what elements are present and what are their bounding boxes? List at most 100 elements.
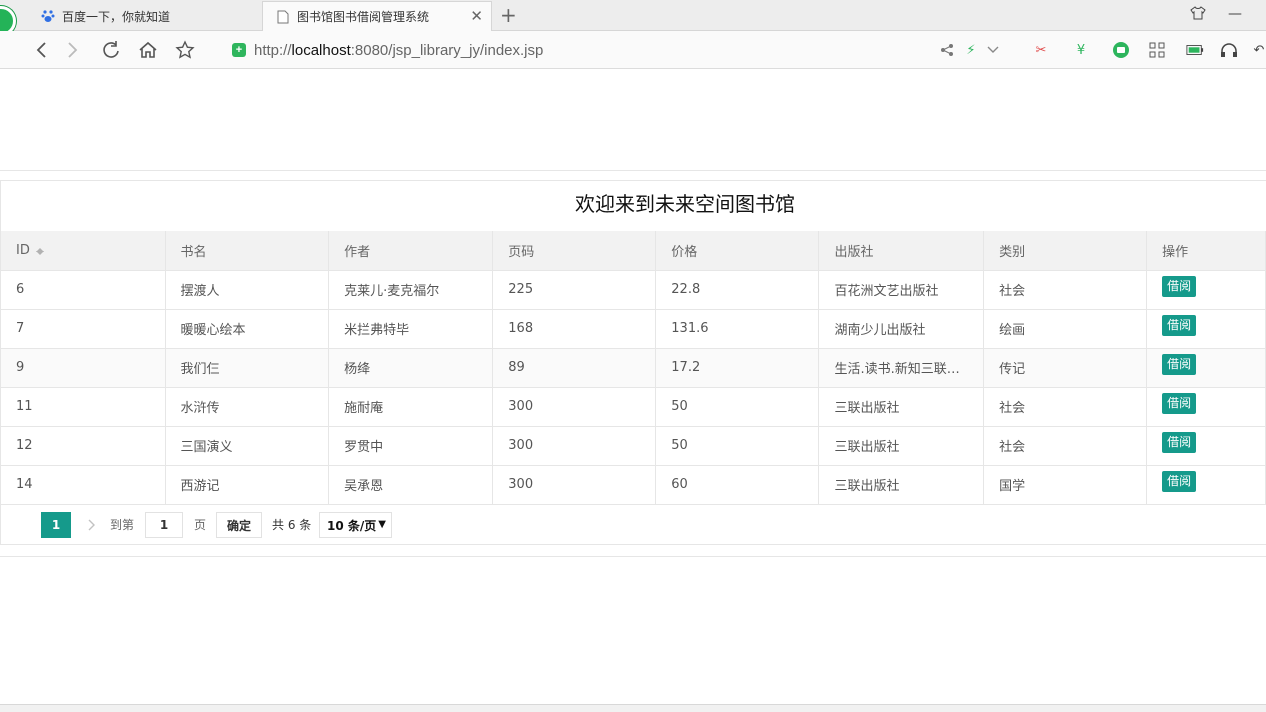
table-row: 11 水浒传 施耐庵 300 50 三联出版社 社会 借阅 — [1, 387, 1266, 427]
column-header-name: 书名 — [165, 231, 330, 271]
page-icon — [275, 9, 291, 25]
forward-icon[interactable] — [62, 39, 84, 61]
tab-library[interactable]: 图书馆图书借阅管理系统 ✕ — [262, 1, 492, 31]
share-icon[interactable] — [938, 41, 956, 59]
cell-category: 社会 — [983, 387, 1148, 427]
back-icon[interactable] — [30, 39, 52, 61]
cell-pages: 300 — [492, 387, 657, 427]
borrow-button[interactable]: 借阅 — [1162, 276, 1197, 297]
borrow-button[interactable]: 借阅 — [1162, 354, 1197, 375]
cell-pages: 168 — [492, 309, 657, 349]
cell-author: 克莱儿·麦克福尔 — [328, 270, 494, 310]
pager-confirm-button[interactable]: 确定 — [216, 512, 262, 538]
divider — [0, 556, 1266, 557]
cell-price: 50 — [655, 387, 820, 427]
browser-status-bar — [0, 704, 1266, 712]
cell-publisher: 三联出版社 — [818, 465, 985, 505]
cell-id: 12 — [1, 426, 166, 466]
cell-id: 6 — [1, 270, 166, 310]
column-header-action: 操作 — [1146, 231, 1266, 271]
table-row: 7 暖暖心绘本 米拦弗特毕 168 131.6 湖南少儿出版社 绘画 借阅 — [1, 309, 1266, 349]
cell-name: 我们仨 — [165, 348, 330, 388]
cell-category: 传记 — [983, 348, 1148, 388]
headphones-icon[interactable] — [1220, 41, 1238, 59]
column-header-id[interactable]: ID — [1, 231, 166, 271]
secure-shield-icon: + — [232, 43, 246, 57]
undo-icon[interactable]: ↶ — [1250, 41, 1266, 59]
cell-action: 借阅 — [1146, 348, 1266, 388]
cell-publisher: 湖南少儿出版社 — [818, 309, 985, 349]
borrow-button[interactable]: 借阅 — [1162, 471, 1197, 492]
cell-action: 借阅 — [1146, 426, 1266, 466]
cell-name: 西游记 — [165, 465, 330, 505]
cell-author: 吴承恩 — [328, 465, 494, 505]
scissors-icon[interactable]: ✂ — [1032, 41, 1050, 59]
cell-id: 9 — [1, 348, 166, 388]
pager-current-page[interactable]: 1 — [41, 512, 71, 538]
chat-icon[interactable] — [1112, 41, 1130, 59]
cell-author: 杨绛 — [328, 348, 494, 388]
cell-publisher: 百花洲文艺出版社 — [818, 270, 985, 310]
reload-icon[interactable] — [100, 39, 122, 61]
cell-pages: 225 — [492, 270, 657, 310]
lightning-icon[interactable]: ⚡ — [962, 41, 980, 59]
cell-name: 三国演义 — [165, 426, 330, 466]
cell-author: 施耐庵 — [328, 387, 494, 427]
borrow-button[interactable]: 借阅 — [1162, 315, 1197, 336]
table-row: 14 西游记 吴承恩 300 60 三联出版社 国学 借阅 — [1, 465, 1266, 505]
apps-grid-icon[interactable] — [1148, 41, 1166, 59]
cell-publisher: 三联出版社 — [818, 387, 985, 427]
tab-label: 百度一下，你就知道 — [62, 9, 171, 24]
cell-price: 60 — [655, 465, 820, 505]
pager-size-value: 10 条/页 — [327, 518, 377, 533]
home-icon[interactable] — [137, 39, 159, 61]
table-row: 9 我们仨 杨绛 89 17.2 生活.读书.新知三联… 传记 借阅 — [1, 348, 1266, 388]
cell-id: 7 — [1, 309, 166, 349]
cell-category: 绘画 — [983, 309, 1148, 349]
borrow-button[interactable]: 借阅 — [1162, 393, 1197, 414]
books-table: ID 书名 作者 页码 价格 出版社 类别 操作 6 摆渡人 克莱儿·麦克福尔 … — [1, 231, 1266, 505]
battery-icon[interactable] — [1186, 41, 1204, 59]
cell-author: 罗贯中 — [328, 426, 494, 466]
new-tab-icon[interactable]: + — [500, 4, 517, 26]
sort-icon[interactable] — [35, 244, 44, 256]
table-header-row: ID 书名 作者 页码 价格 出版社 类别 操作 — [1, 231, 1266, 271]
cell-pages: 89 — [492, 348, 657, 388]
cell-action: 借阅 — [1146, 387, 1266, 427]
address-bar: + http://localhost:8080/jsp_library_jy/i… — [0, 31, 1266, 69]
dropdown-arrow-icon: ▼ — [378, 519, 386, 530]
cell-action: 借阅 — [1146, 270, 1266, 310]
chevron-down-icon[interactable] — [984, 41, 1002, 59]
close-tab-icon[interactable]: ✕ — [470, 9, 483, 24]
pager-unit-label: 页 — [194, 518, 207, 532]
browser-tab-bar: 百度一下，你就知道 图书馆图书借阅管理系统 ✕ + — — [0, 0, 1266, 36]
cell-id: 14 — [1, 465, 166, 505]
table-row: 6 摆渡人 克莱儿·麦克福尔 225 22.8 百花洲文艺出版社 社会 借阅 — [1, 270, 1266, 310]
cell-category: 社会 — [983, 270, 1148, 310]
cell-price: 50 — [655, 426, 820, 466]
bookmark-star-icon[interactable] — [174, 39, 196, 61]
shirt-skin-icon[interactable] — [1190, 6, 1206, 24]
url-host: localhost — [291, 41, 351, 59]
minimize-icon[interactable]: — — [1228, 6, 1242, 22]
column-header-price: 价格 — [655, 231, 820, 271]
url-scheme: http:// — [254, 41, 292, 59]
tab-baidu[interactable]: 百度一下，你就知道 — [28, 1, 260, 31]
cell-price: 22.8 — [655, 270, 820, 310]
borrow-button[interactable]: 借阅 — [1162, 432, 1197, 453]
pager-size-select[interactable]: 10 条/页 ▼ — [319, 512, 392, 538]
pager-next-icon[interactable] — [83, 512, 101, 538]
url-field[interactable]: + http://localhost:8080/jsp_library_jy/i… — [232, 37, 932, 63]
cell-category: 社会 — [983, 426, 1148, 466]
cell-price: 131.6 — [655, 309, 820, 349]
pager-goto-input[interactable]: 1 — [145, 512, 183, 538]
divider — [0, 170, 1266, 171]
cell-name: 暖暖心绘本 — [165, 309, 330, 349]
url-path: :8080/jsp_library_jy/index.jsp — [350, 41, 544, 59]
cell-name: 水浒传 — [165, 387, 330, 427]
cell-pages: 300 — [492, 465, 657, 505]
cell-id: 11 — [1, 387, 166, 427]
column-header-label: ID — [16, 242, 30, 258]
wallet-shield-icon[interactable]: ¥ — [1072, 41, 1090, 59]
tab-label: 图书馆图书借阅管理系统 — [297, 10, 430, 24]
